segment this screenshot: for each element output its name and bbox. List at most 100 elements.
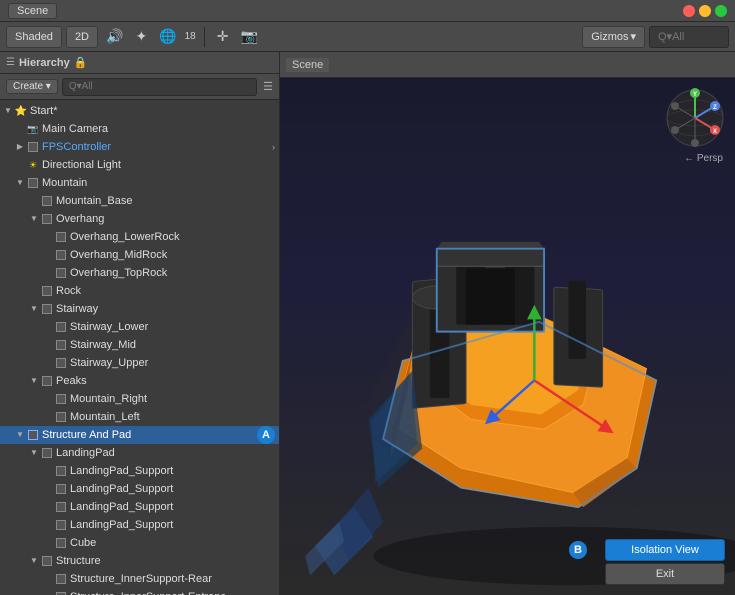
mright-icon — [54, 392, 68, 406]
expand-arrow-mleft — [42, 408, 54, 426]
fps-icon — [26, 140, 40, 154]
sir-icon — [54, 572, 68, 586]
gizmos-dropdown[interactable]: Gizmos ▾ — [582, 26, 645, 48]
tree-item-structure-pad[interactable]: Structure And Pad A — [0, 426, 279, 444]
lock-icon[interactable]: 🔒 — [74, 56, 88, 69]
create-button[interactable]: Create ▾ — [6, 79, 58, 94]
transform-icon[interactable]: ✛ — [213, 26, 233, 47]
tree-item-lsupport2[interactable]: LandingPad_Support — [0, 480, 279, 498]
panel-icons: 🔒 — [74, 56, 88, 69]
close-icon[interactable] — [683, 5, 695, 17]
sky-icon[interactable]: 🌐 — [155, 26, 180, 47]
expand-arrow-dir-light — [14, 156, 26, 174]
tree-item-landingpad[interactable]: LandingPad — [0, 444, 279, 462]
rock-icon — [40, 284, 54, 298]
olower-icon — [54, 230, 68, 244]
shaded-dropdown[interactable]: Shaded — [6, 26, 62, 48]
tree-item-peaks[interactable]: Peaks — [0, 372, 279, 390]
tree-item-fps[interactable]: FPSController › — [0, 138, 279, 156]
mbase-icon — [40, 194, 54, 208]
main-content: ☰ Hierarchy 🔒 Create ▾ ☰ ⭐ Start* — [0, 52, 735, 595]
tree-label-omid: Overhang_MidRock — [70, 249, 275, 261]
sie-icon — [54, 590, 68, 595]
cube-icon — [54, 536, 68, 550]
tree-item-mountain-base[interactable]: Mountain_Base — [0, 192, 279, 210]
gizmos-arrow-icon: ▾ — [630, 30, 636, 43]
hierarchy-tree[interactable]: ⭐ Start* 📷 Main Camera FPSController › — [0, 100, 279, 595]
tree-item-stairway-upper[interactable]: Stairway_Upper — [0, 354, 279, 372]
exit-button[interactable]: Exit — [605, 563, 725, 585]
expand-arrow-rock — [28, 282, 40, 300]
tree-item-lsupport1[interactable]: LandingPad_Support — [0, 462, 279, 480]
fx-icon[interactable]: ✦ — [131, 26, 151, 47]
tree-label-cube: Cube — [70, 537, 275, 549]
tree-item-overhang[interactable]: Overhang — [0, 210, 279, 228]
lpad-icon — [40, 446, 54, 460]
expand-arrow-stairway — [28, 300, 40, 318]
tree-label-ls1: LandingPad_Support — [70, 465, 275, 477]
tree-item-start[interactable]: ⭐ Start* — [0, 102, 279, 120]
tree-item-stairway-lower[interactable]: Stairway_Lower — [0, 318, 279, 336]
tree-item-overhang-mid[interactable]: Overhang_MidRock — [0, 246, 279, 264]
tree-item-main-camera[interactable]: 📷 Main Camera — [0, 120, 279, 138]
scene-tab[interactable]: Scene — [286, 58, 329, 72]
svg-text:Y: Y — [693, 92, 697, 98]
tree-item-mountain[interactable]: Mountain — [0, 174, 279, 192]
filter-icon[interactable]: ☰ — [263, 80, 273, 93]
tree-label-mleft: Mountain_Left — [70, 411, 275, 423]
tree-item-lsupport4[interactable]: LandingPad_Support — [0, 516, 279, 534]
isolation-view-button[interactable]: Isolation View — [605, 539, 725, 561]
camera-icon[interactable]: 📷 — [236, 26, 261, 47]
supper-icon — [54, 356, 68, 370]
tree-item-mleft[interactable]: Mountain_Left — [0, 408, 279, 426]
tree-item-str-inner-ent[interactable]: Structure_InnerSupport-Entranc — [0, 588, 279, 595]
tree-item-str-inner-rear[interactable]: Structure_InnerSupport-Rear — [0, 570, 279, 588]
expand-arrow-structure — [28, 552, 40, 570]
tree-label-smid: Stairway_Mid — [70, 339, 275, 351]
structure-icon — [40, 554, 54, 568]
omid-icon — [54, 248, 68, 262]
2d-button[interactable]: 2D — [66, 26, 98, 48]
hierarchy-search[interactable] — [62, 78, 257, 96]
tree-label-slower: Stairway_Lower — [70, 321, 275, 333]
tree-label-overhang: Overhang — [56, 213, 275, 225]
audio-icon[interactable]: 🔊 — [102, 26, 127, 47]
persp-label: ← Persp — [684, 153, 723, 164]
otop-icon — [54, 266, 68, 280]
expand-arrow-supper — [42, 354, 54, 372]
minimize-icon[interactable] — [699, 5, 711, 17]
tree-label-structure: Structure — [56, 555, 275, 567]
tree-item-stairway-mid[interactable]: Stairway_Mid — [0, 336, 279, 354]
tree-item-rock[interactable]: Rock — [0, 282, 279, 300]
expand-arrow-ls3 — [42, 498, 54, 516]
main-toolbar: Shaded 2D 🔊 ✦ 🌐 18 ✛ 📷 Gizmos ▾ — [0, 22, 735, 52]
tree-item-lsupport3[interactable]: LandingPad_Support — [0, 498, 279, 516]
tree-item-stairway[interactable]: Stairway — [0, 300, 279, 318]
tree-item-overhang-top[interactable]: Overhang_TopRock — [0, 264, 279, 282]
scene-search-input[interactable] — [649, 26, 729, 48]
smid-icon — [54, 338, 68, 352]
scene-3d-svg — [280, 78, 735, 595]
tree-item-structure[interactable]: Structure — [0, 552, 279, 570]
expand-arrow-peaks — [28, 372, 40, 390]
slower-icon — [54, 320, 68, 334]
tree-item-mright[interactable]: Mountain_Right — [0, 390, 279, 408]
expand-arrow-mbase — [28, 192, 40, 210]
mountain-icon — [26, 176, 40, 190]
tree-label-olower: Overhang_LowerRock — [70, 231, 275, 243]
ls2-icon — [54, 482, 68, 496]
expand-arrow-otop — [42, 264, 54, 282]
window-controls — [683, 5, 727, 17]
maximize-icon[interactable] — [715, 5, 727, 17]
tree-label-mright: Mountain_Right — [70, 393, 275, 405]
orientation-gizmo[interactable]: Y Z X — [665, 88, 725, 148]
tree-item-cube[interactable]: Cube — [0, 534, 279, 552]
tree-item-overhang-lower[interactable]: Overhang_LowerRock — [0, 228, 279, 246]
expand-arrow-ls1 — [42, 462, 54, 480]
tree-label-lpad: LandingPad — [56, 447, 275, 459]
scene-viewport[interactable]: Y Z X ← — [280, 78, 735, 595]
tree-label-fps: FPSController — [42, 141, 272, 153]
expand-arrow-ls4 — [42, 516, 54, 534]
scene-tab-label[interactable]: Scene — [8, 3, 57, 19]
tree-item-dir-light[interactable]: ☀ Directional Light — [0, 156, 279, 174]
